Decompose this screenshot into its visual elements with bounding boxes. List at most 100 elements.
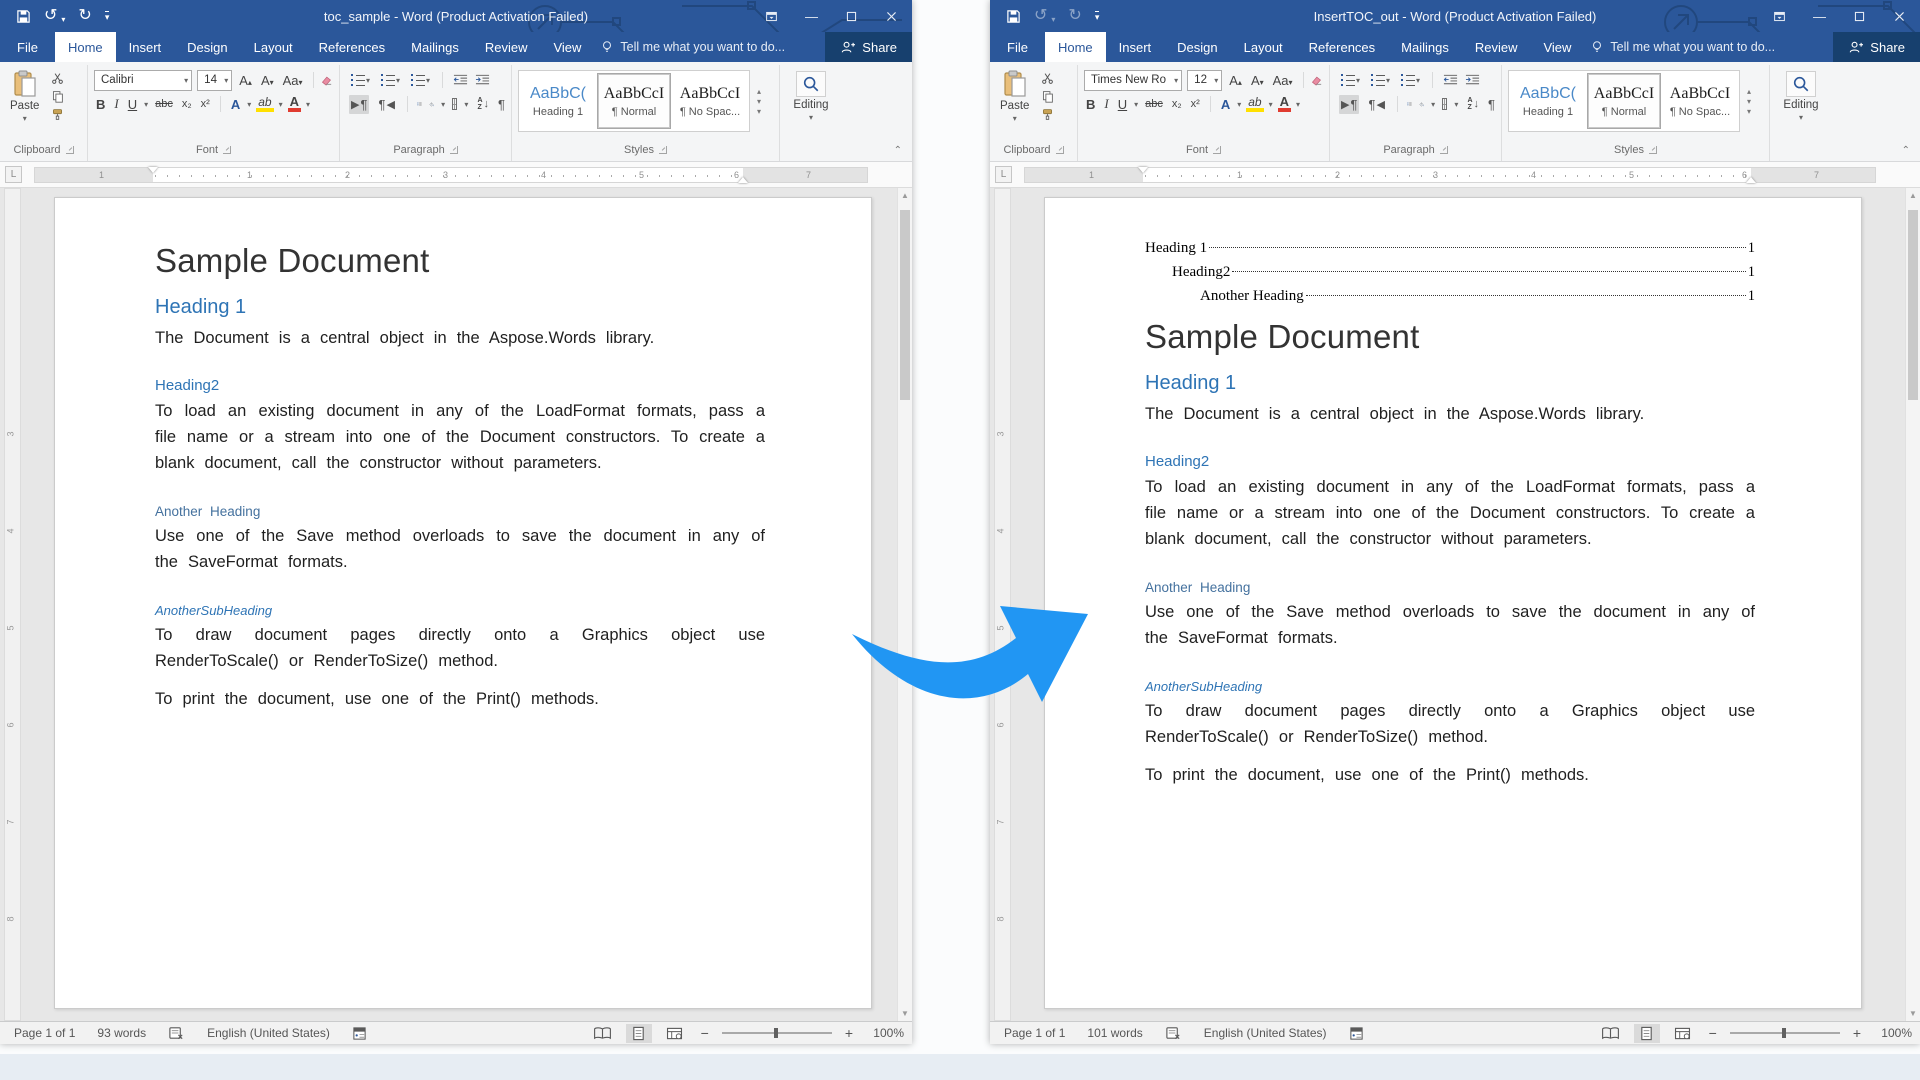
shading-icon[interactable] [1419,98,1424,111]
italic-button[interactable]: I [112,96,120,112]
copy-icon[interactable] [51,90,64,103]
redo-icon[interactable]: ↻ [78,8,91,24]
heading-2[interactable]: Heading2 [155,377,765,394]
superscript-button[interactable]: x² [199,98,212,110]
decrease-indent-icon[interactable] [1443,74,1458,86]
underline-dropdown-icon[interactable]: ▾ [1134,100,1138,109]
vertical-ruler[interactable]: 3 4 5 6 7 8 [4,188,21,1021]
scroll-down-icon[interactable]: ▼ [898,1006,912,1021]
undo-icon[interactable]: ↺ [44,8,57,24]
show-formatting-marks-button[interactable]: ¶ [1488,97,1495,112]
rtl-paragraph-button[interactable]: ¶ ◀ [376,95,396,114]
zoom-slider[interactable] [1729,1028,1840,1038]
italic-button[interactable]: I [1102,96,1110,112]
shrink-font-button[interactable]: A ▾ [259,73,276,88]
numbering-button[interactable]: ▾ [379,73,402,88]
style-normal[interactable]: AaBbCcI ¶ Normal [1587,73,1661,129]
shrink-font-button[interactable]: A ▾ [1249,73,1266,88]
line-spacing-icon[interactable] [417,98,422,110]
tab-review[interactable]: Review [1462,32,1531,62]
paste-button[interactable]: Paste ▾ [1000,70,1029,140]
paragraph[interactable]: Use one of the Save method overloads to … [1145,599,1755,651]
scroll-up-icon[interactable]: ▲ [898,188,912,203]
paste-dropdown-icon[interactable]: ▾ [23,114,27,123]
heading-2[interactable]: Heading2 [1145,453,1755,470]
paragraph[interactable]: The Document is a central object in the … [1145,401,1755,427]
font-size-select[interactable]: 14 ▾ [197,69,233,91]
table-of-contents[interactable]: Heading 11 Heading2 1 Another Heading 1 [1145,236,1755,308]
heading-1[interactable]: Heading 1 [155,296,765,319]
ribbon-display-options-icon[interactable] [1773,10,1786,23]
maximize-button[interactable] [1853,10,1866,23]
share-button[interactable]: Share [825,32,912,62]
numbering-button[interactable]: ▾ [1369,73,1392,88]
print-layout-button[interactable] [625,1023,652,1043]
paragraph[interactable]: To print the document, use one of the Pr… [1145,762,1755,788]
minimize-button[interactable]: — [1813,9,1826,24]
superscript-button[interactable]: x² [1189,98,1202,110]
tab-file[interactable]: File [0,32,55,62]
save-icon[interactable] [1006,9,1021,24]
paragraph[interactable]: Use one of the Save method overloads to … [155,523,765,575]
cut-icon[interactable] [51,72,64,85]
right-indent-marker[interactable] [1746,172,1756,183]
zoom-slider[interactable] [721,1028,832,1038]
change-case-button[interactable]: Aa ▾ [1271,73,1295,88]
tell-me-box[interactable]: Tell me what you want to do... [600,32,785,62]
scrollbar-thumb[interactable] [1908,210,1918,400]
tab-mailings[interactable]: Mailings [1388,32,1462,62]
zoom-in-button[interactable]: + [842,1025,856,1041]
paragraph[interactable]: The Document is a central object in the … [155,325,765,351]
styles-scroll-up-icon[interactable]: ▴ [757,87,761,95]
copy-icon[interactable] [1041,90,1054,103]
word-count[interactable]: 101 words [1087,1026,1142,1040]
macro-recording-icon[interactable] [352,1026,367,1041]
bullets-button[interactable]: ▾ [349,73,372,88]
sub-heading[interactable]: AnotherSubHeading [155,603,765,618]
font-color-button[interactable]: A [287,95,302,112]
tab-references[interactable]: References [306,32,398,62]
save-icon[interactable] [16,9,31,24]
underline-dropdown-icon[interactable]: ▾ [144,100,148,109]
vertical-scrollbar[interactable]: ▲ ▼ [1905,188,1920,1021]
show-formatting-marks-button[interactable]: ¶ [498,97,505,112]
zoom-percentage[interactable]: 100% [866,1026,904,1040]
underline-button[interactable]: U [1116,97,1129,112]
tab-design[interactable]: Design [1164,32,1230,62]
horizontal-ruler[interactable]: 1 1 2 3 4 5 6 7 [34,167,868,183]
tab-layout[interactable]: Layout [241,32,306,62]
editing-button[interactable]: Editing ▾ [1776,71,1826,122]
paragraph-dialog-launcher-icon[interactable] [1439,145,1448,154]
minimize-button[interactable]: — [805,9,818,24]
borders-icon[interactable] [452,98,458,110]
multilevel-list-button[interactable]: ▾ [409,73,432,88]
format-painter-icon[interactable] [51,108,64,121]
change-case-button[interactable]: Aa ▾ [281,73,305,88]
cut-icon[interactable] [1041,72,1054,85]
ltr-paragraph-button[interactable]: ▶ ¶ [1339,94,1360,114]
horizontal-ruler[interactable]: 1 1 2 3 4 5 6 7 [1024,167,1876,183]
borders-icon[interactable] [1442,98,1448,110]
heading-1[interactable]: Heading 1 [1145,372,1755,395]
language-indicator[interactable]: English (United States) [1204,1026,1327,1040]
tab-file[interactable]: File [990,32,1045,62]
style-heading1[interactable]: AaBbC( Heading 1 [1511,73,1585,129]
highlight-color-button[interactable]: ab [1246,96,1264,112]
style-no-spacing[interactable]: AaBbCcI ¶ No Spac... [673,73,747,129]
first-line-indent-marker[interactable] [1138,167,1148,178]
zoom-slider-thumb[interactable] [773,1028,778,1038]
font-dialog-launcher-icon[interactable] [223,145,231,154]
styles-dialog-launcher-icon[interactable] [1648,145,1657,154]
editing-dropdown-icon[interactable]: ▾ [809,113,813,122]
ltr-paragraph-button[interactable]: ▶ ¶ [349,94,370,114]
zoom-out-button[interactable]: − [1706,1025,1720,1041]
web-layout-button[interactable] [1670,1024,1696,1043]
redo-icon[interactable]: ↻ [1068,8,1081,24]
zoom-percentage[interactable]: 100% [1874,1026,1912,1040]
undo-dropdown-icon[interactable]: ▾ [1051,15,1055,24]
ribbon-display-options-icon[interactable] [765,10,778,23]
right-indent-marker[interactable] [738,172,748,183]
increase-indent-icon[interactable] [1465,74,1480,86]
increase-indent-icon[interactable] [475,74,490,86]
close-button[interactable] [885,10,898,23]
